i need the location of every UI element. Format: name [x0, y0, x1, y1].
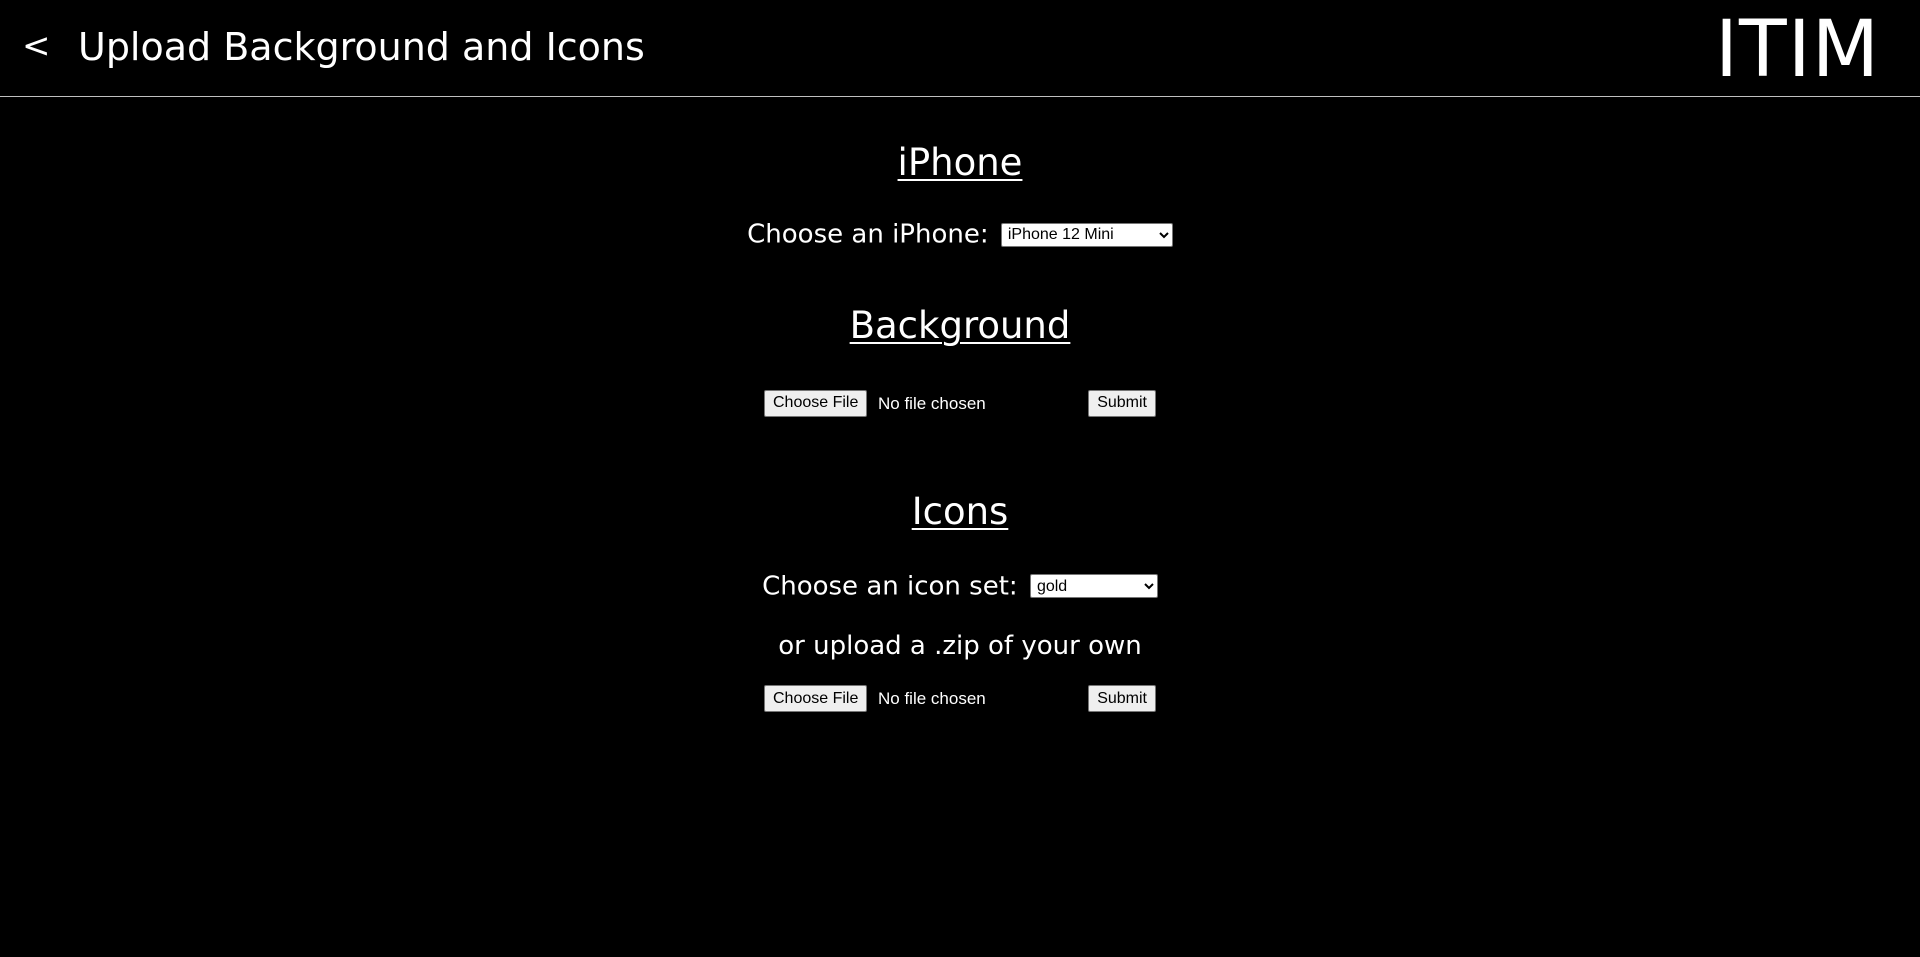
iphone-heading: iPhone [897, 141, 1023, 184]
background-file-status: No file chosen [878, 393, 986, 413]
icons-choose-file-button[interactable]: Choose File [764, 685, 868, 712]
iphone-choose-label: Choose an iPhone: [747, 219, 989, 250]
icons-heading: Icons [911, 489, 1009, 533]
main-content: iPhone Choose an iPhone: iPhone 12 Mini … [0, 97, 1920, 713]
iphone-select[interactable]: iPhone 12 Mini [1000, 222, 1173, 247]
background-choose-file-button[interactable]: Choose File [764, 389, 868, 417]
icon-set-select[interactable]: gold [1029, 574, 1158, 598]
page-title: Upload Background and Icons [78, 25, 645, 69]
icons-upload-row: Choose File No file chosen Submit [764, 685, 1156, 713]
background-heading: Background [849, 303, 1071, 347]
icon-set-choose-row: Choose an icon set: gold [0, 569, 1920, 604]
background-submit-button[interactable]: Submit [1088, 389, 1156, 417]
icons-submit-button[interactable]: Submit [1088, 685, 1156, 712]
iphone-choose-row: Choose an iPhone: iPhone 12 Mini [0, 217, 1920, 252]
upload-zip-note: or upload a .zip of your own [778, 631, 1142, 661]
back-button[interactable]: < [22, 24, 51, 68]
icon-set-choose-label: Choose an icon set: [762, 571, 1018, 601]
brand-logo-text: ITIM [1715, 5, 1880, 95]
background-upload-row: Choose File No file chosen Submit [764, 389, 1156, 418]
header-bar: < Upload Background and Icons ITIM [0, 0, 1920, 97]
icons-file-status: No file chosen [878, 689, 986, 708]
